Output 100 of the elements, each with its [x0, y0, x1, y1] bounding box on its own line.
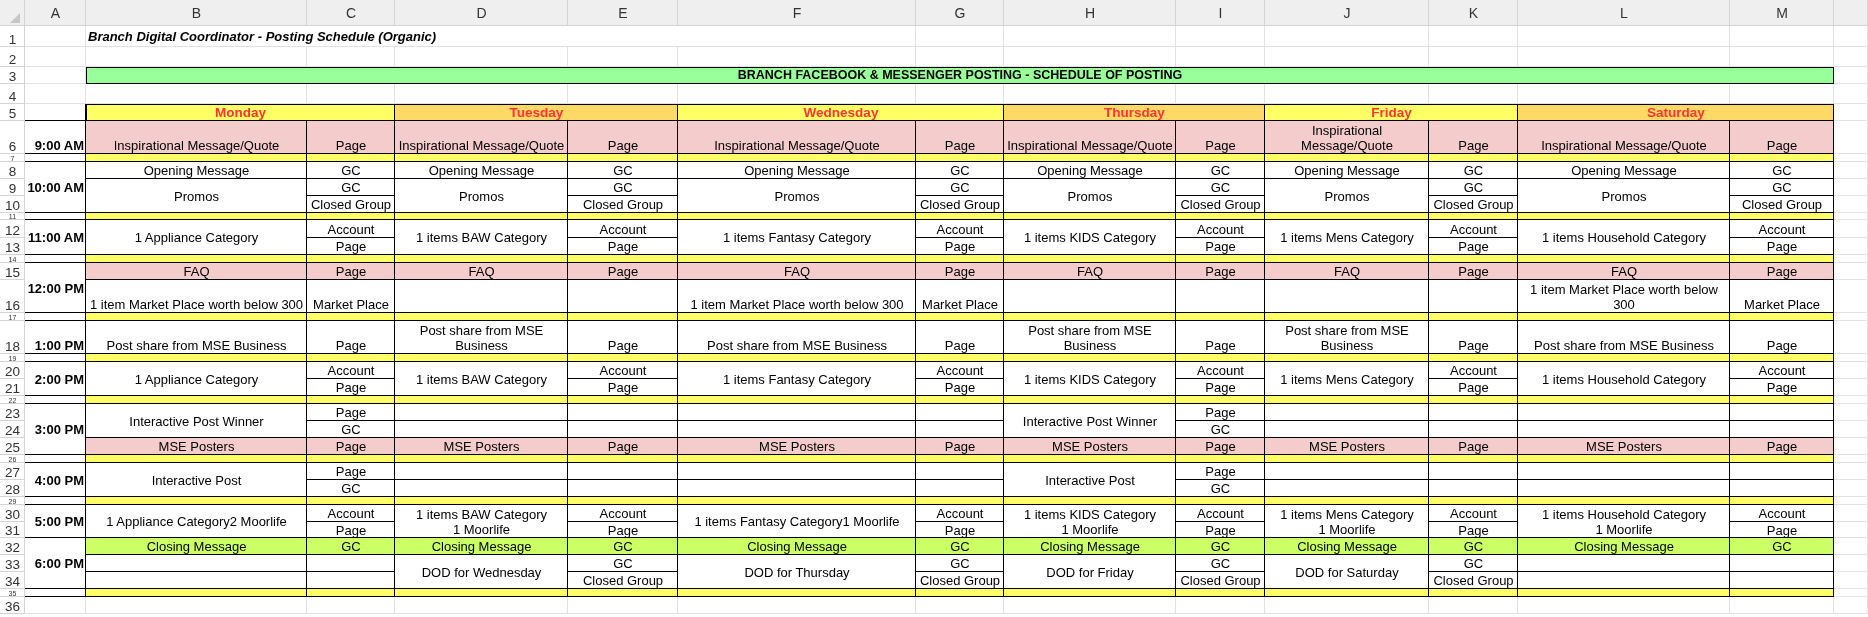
row-header[interactable]: 34 [0, 572, 25, 589]
column-header[interactable]: E [568, 0, 678, 26]
row-header[interactable]: 20 [0, 362, 25, 379]
day-header: Monday [86, 104, 395, 121]
table-cell: 1 item Market Place worth below 300 [86, 280, 307, 313]
table-cell: FAQ [1265, 263, 1429, 280]
column-header[interactable]: B [86, 0, 307, 26]
table-cell: GC [1429, 179, 1518, 196]
table-cell: Opening Message [678, 162, 916, 179]
table-cell: Page [1176, 263, 1265, 280]
table-cell: Closed Group [1429, 196, 1518, 213]
table-cell: Closed Group [568, 572, 678, 589]
row-header[interactable]: 33 [0, 555, 25, 572]
time-label: 11:00 AM [25, 220, 86, 255]
table-cell: Closing Message [395, 538, 568, 555]
table-cell: Page [1176, 238, 1265, 255]
column-header[interactable]: K [1429, 0, 1518, 26]
table-cell: Account [1176, 362, 1265, 379]
table-cell: Page [307, 263, 395, 280]
table-cell: GC [1176, 179, 1265, 196]
column-header[interactable]: A [25, 0, 86, 26]
table-cell: Closed Group [1176, 196, 1265, 213]
table-cell: GC [307, 421, 395, 438]
day-header: Friday [1265, 104, 1518, 121]
day-header: Tuesday [395, 104, 678, 121]
table-cell: Account [307, 362, 395, 379]
table-cell: FAQ [678, 263, 916, 280]
time-label: 6:00 PM [25, 538, 86, 589]
row-header[interactable]: 9 [0, 179, 25, 196]
table-cell: Inspirational Message/Quote [678, 121, 916, 154]
row-header[interactable]: 25 [0, 438, 25, 455]
day-header: Thursday [1004, 104, 1265, 121]
banner-heading: BRANCH FACEBOOK & MESSENGER POSTING - SCHEDULE OF POSTING [86, 67, 1834, 84]
row-header[interactable]: 18 [0, 321, 25, 354]
table-cell: GC [916, 179, 1004, 196]
column-header[interactable]: D [395, 0, 568, 26]
row-header[interactable]: 10 [0, 196, 25, 213]
row-header[interactable]: 8 [0, 162, 25, 179]
table-cell: Page [1429, 263, 1518, 280]
table-cell: Page [568, 379, 678, 396]
table-cell: GC [1176, 480, 1265, 497]
table-cell: 1 items Mens Category [1265, 220, 1429, 255]
row-header[interactable]: 15 [0, 263, 25, 280]
table-cell: GC [1730, 538, 1834, 555]
row-header[interactable]: 24 [0, 421, 25, 438]
row-header[interactable]: 6 [0, 121, 25, 154]
table-cell: GC [307, 179, 395, 196]
row-header[interactable]: 5 [0, 104, 25, 121]
column-header[interactable]: J [1265, 0, 1429, 26]
table-cell: Inspirational Message/Quote [86, 121, 307, 154]
time-label: 10:00 AM [25, 162, 86, 213]
table-cell: Post share from MSE Business [86, 321, 307, 354]
column-header[interactable]: H [1004, 0, 1176, 26]
row-header[interactable]: 16 [0, 280, 25, 313]
table-cell: Page [1730, 522, 1834, 538]
column-header[interactable]: I [1176, 0, 1265, 26]
table-cell: GC [568, 538, 678, 555]
table-cell: Page [916, 238, 1004, 255]
time-label: 9:00 AM [25, 121, 86, 154]
table-cell: 1 item Market Place worth below 300 [678, 280, 916, 313]
table-cell: 1 items BAW Category 1 Moorlife [395, 505, 568, 538]
select-all-icon[interactable] [10, 13, 20, 23]
table-cell: Page [1176, 438, 1265, 455]
row-header[interactable]: 36 [0, 597, 25, 614]
row-header[interactable]: 3 [0, 67, 25, 84]
row-header[interactable]: 32 [0, 538, 25, 555]
row-header[interactable]: 21 [0, 379, 25, 396]
table-cell: 1 items KIDS Category [1004, 220, 1176, 255]
table-cell: Page [568, 238, 678, 255]
table-cell: Page [1429, 379, 1518, 396]
column-header[interactable]: C [307, 0, 395, 26]
row-header[interactable]: 27 [0, 463, 25, 480]
table-cell: 1 items Mens Category 1 Moorlife [1265, 505, 1429, 538]
column-header[interactable]: L [1518, 0, 1730, 26]
table-cell: Account [568, 505, 678, 522]
table-cell: FAQ [395, 263, 568, 280]
row-header[interactable]: 30 [0, 505, 25, 522]
row-header[interactable]: 12 [0, 220, 25, 238]
table-cell: Page [307, 463, 395, 480]
table-cell: Inspirational Message/Quote [395, 121, 568, 154]
table-cell: Post share from MSE Business [678, 321, 916, 354]
table-cell: Page [1176, 404, 1265, 421]
column-header[interactable]: M [1730, 0, 1834, 26]
row-header[interactable]: 23 [0, 404, 25, 421]
table-cell: GC [1730, 179, 1834, 196]
row-header[interactable]: 31 [0, 522, 25, 538]
table-cell: Page [1730, 321, 1834, 354]
table-cell: GC [1730, 162, 1834, 179]
row-header[interactable]: 2 [0, 47, 25, 67]
row-header[interactable]: 4 [0, 84, 25, 104]
column-header[interactable]: F [678, 0, 916, 26]
row-header[interactable]: 28 [0, 480, 25, 497]
row-header[interactable]: 1 [0, 26, 25, 47]
table-cell: 1 items Fantasy Category1 Moorlife [678, 505, 916, 538]
table-cell: Page [568, 522, 678, 538]
table-cell: 1 item Market Place worth below 300 [1518, 280, 1730, 313]
row-header[interactable]: 13 [0, 238, 25, 255]
column-header[interactable]: G [916, 0, 1004, 26]
table-cell: 1 items KIDS Category [1004, 362, 1176, 396]
table-cell: Account [307, 505, 395, 522]
